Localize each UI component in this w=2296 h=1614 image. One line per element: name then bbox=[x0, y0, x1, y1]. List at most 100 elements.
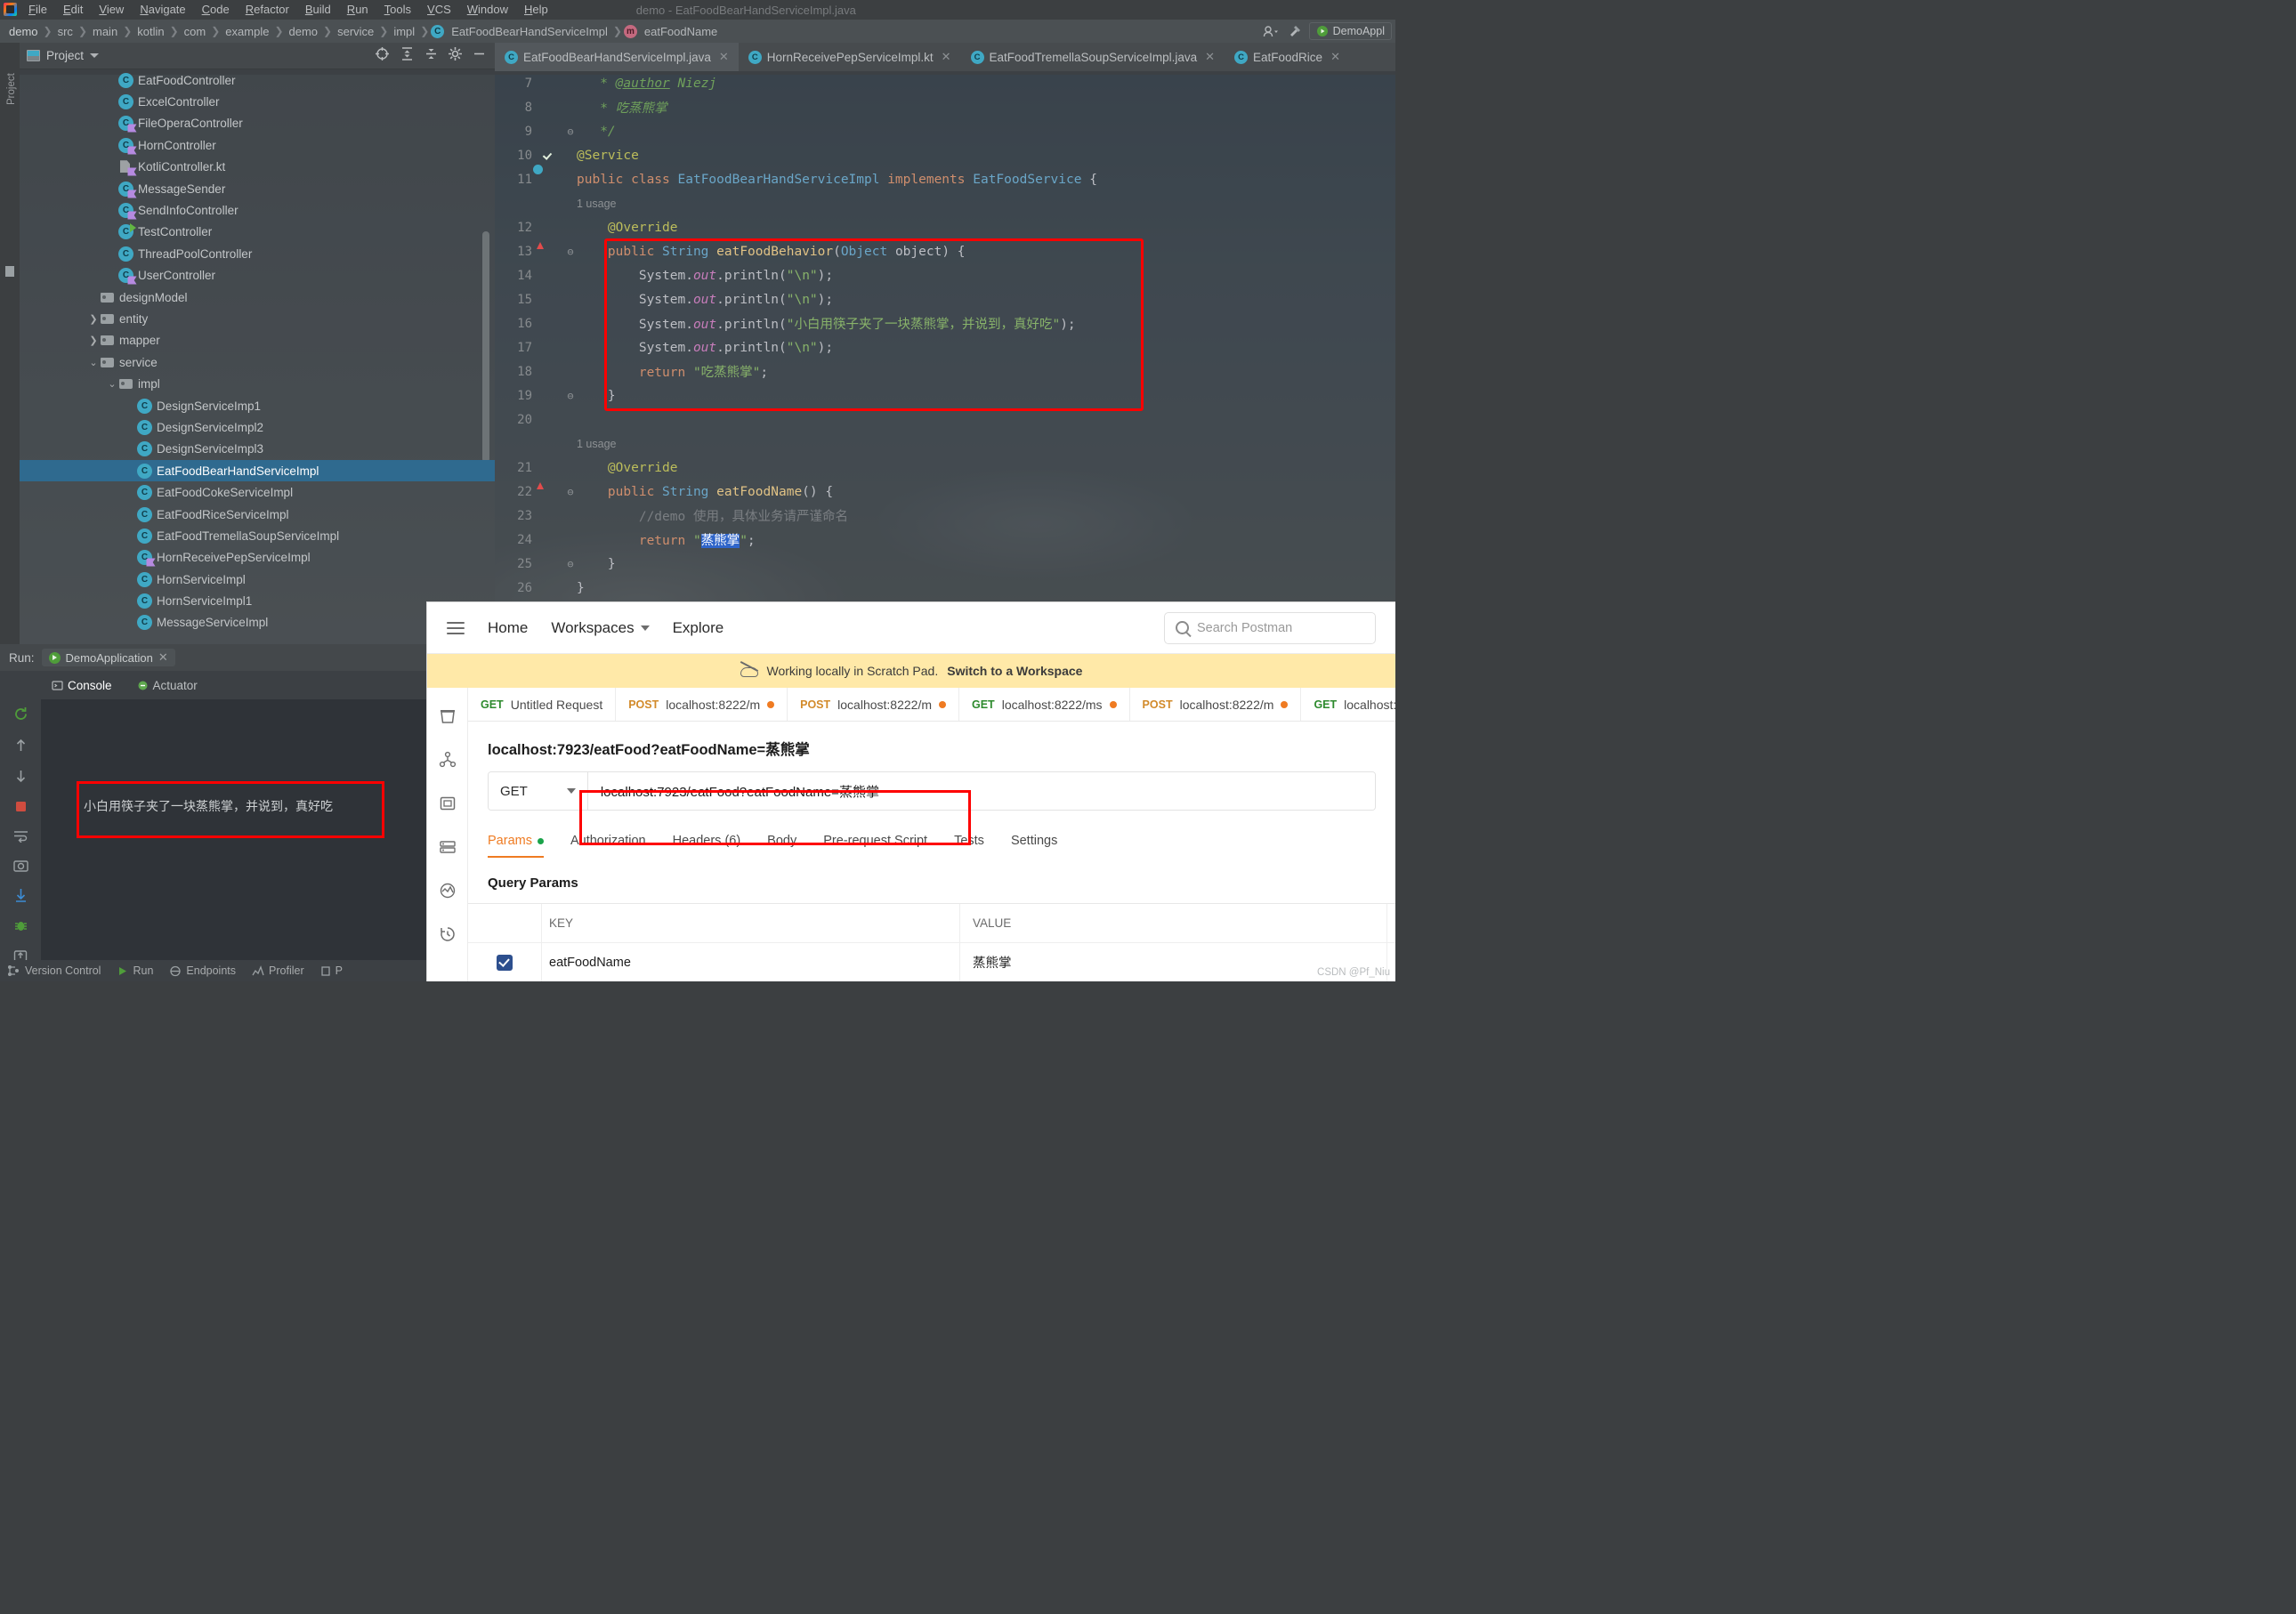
postman-nav-workspaces[interactable]: Workspaces bbox=[551, 619, 650, 637]
tree-item-eatfoodriceserviceimpl[interactable]: EatFoodRiceServiceImpl bbox=[20, 504, 495, 525]
row-checkbox[interactable] bbox=[468, 943, 541, 981]
code-line[interactable]: 25 ⊖ } bbox=[495, 552, 1395, 576]
postman-request-tabs[interactable]: GET Untitled Request POST localhost:8222/m P… bbox=[468, 688, 1395, 722]
tree-twisty-icon[interactable]: ❯ bbox=[87, 313, 100, 325]
postman-tab-localhost-8222-ms[interactable]: GET localhost:8222/ms bbox=[959, 688, 1130, 721]
usage-hint[interactable]: 1 usage bbox=[577, 198, 616, 210]
code-line[interactable]: 13 ⊖ public String eatFoodBehavior(Object… bbox=[495, 239, 1395, 263]
tree-item-mapper[interactable]: ❯ mapper bbox=[20, 330, 495, 351]
postman-tab-untitled-request[interactable]: GET Untitled Request bbox=[468, 688, 617, 721]
soft-wrap-icon[interactable] bbox=[13, 829, 28, 847]
code-line[interactable]: 21 @Override bbox=[495, 456, 1395, 480]
tree-item-messageserviceimpl[interactable]: MessageServiceImpl bbox=[20, 612, 495, 633]
code-line[interactable]: 17 System.out.println("\n"); bbox=[495, 335, 1395, 359]
screenshot-icon[interactable] bbox=[12, 859, 28, 876]
expand-all-icon[interactable] bbox=[400, 46, 414, 66]
run-tab-actuator[interactable]: Actuator bbox=[126, 675, 208, 696]
menu-item-file[interactable]: File bbox=[20, 0, 55, 20]
bug-icon[interactable] bbox=[13, 919, 28, 937]
http-method-selector[interactable]: GET bbox=[489, 772, 588, 810]
code-line[interactable]: 10 @Service bbox=[495, 143, 1395, 167]
run-config-tag[interactable]: DemoApplication ✕ bbox=[41, 649, 175, 666]
hide-panel-icon[interactable] bbox=[473, 47, 486, 65]
tree-item-entity[interactable]: ❯ entity bbox=[20, 308, 495, 329]
code-line[interactable]: 24 return "蒸熊掌"; bbox=[495, 528, 1395, 552]
tool-window-label-project[interactable]: Project bbox=[6, 52, 17, 105]
menu-item-view[interactable]: View bbox=[91, 0, 132, 20]
code-fold-icon[interactable]: ⊖ bbox=[564, 558, 577, 570]
tree-twisty-icon[interactable]: ❯ bbox=[87, 335, 100, 346]
close-icon[interactable]: ✕ bbox=[942, 50, 951, 64]
history-icon[interactable] bbox=[439, 925, 457, 948]
code-line[interactable]: 8 * 吃蒸熊掌 bbox=[495, 95, 1395, 119]
url-input[interactable]: localhost:7923/eatFood?eatFoodName=蒸熊掌 bbox=[587, 772, 1375, 810]
tree-item-hornserviceimpl[interactable]: HornServiceImpl bbox=[20, 569, 495, 590]
menu-item-run[interactable]: Run bbox=[339, 0, 376, 20]
editor-tab-bar[interactable]: EatFoodBearHandServiceImpl.java✕HornRece… bbox=[495, 43, 1395, 71]
editor-tab-hornreceivepepserviceimpl-kt[interactable]: HornReceivePepServiceImpl.kt ✕ bbox=[739, 43, 961, 71]
run-subtabs[interactable]: Console Actuator bbox=[0, 671, 495, 701]
apis-icon[interactable] bbox=[439, 751, 457, 773]
breadcrumb-item-com[interactable]: com bbox=[181, 25, 210, 38]
stop-icon[interactable] bbox=[14, 800, 28, 818]
monitors-icon[interactable] bbox=[439, 882, 457, 904]
code-line[interactable]: 7 * @author Niezj bbox=[495, 71, 1395, 95]
code-fold-icon[interactable]: ⊖ bbox=[564, 125, 577, 138]
close-icon[interactable]: ✕ bbox=[1205, 50, 1215, 64]
code-fold-icon[interactable]: ⊖ bbox=[564, 390, 577, 402]
status-endpoints[interactable]: Endpoints bbox=[169, 964, 236, 977]
tree-item-hornserviceimpl1[interactable]: HornServiceImpl1 bbox=[20, 590, 495, 611]
rerun-icon[interactable] bbox=[13, 706, 28, 726]
close-icon[interactable]: ✕ bbox=[1330, 50, 1340, 64]
tree-item-eatfoodbearhandserviceimpl[interactable]: EatFoodBearHandServiceImpl bbox=[20, 460, 495, 482]
search-input[interactable]: Search Postman bbox=[1164, 611, 1376, 644]
row-key[interactable]: eatFoodName bbox=[541, 943, 959, 981]
tree-item-eatfoodcokeserviceimpl[interactable]: EatFoodCokeServiceImpl bbox=[20, 481, 495, 503]
tree-item-eatfoodcontroller[interactable]: EatFoodController bbox=[20, 69, 495, 91]
environments-icon[interactable] bbox=[439, 795, 457, 817]
postman-tab-localhost-8222-m[interactable]: POST localhost:8222/m bbox=[1130, 688, 1302, 721]
menu-item-vcs[interactable]: VCS bbox=[419, 0, 459, 20]
tree-twisty-icon[interactable]: ⌄ bbox=[106, 378, 118, 390]
mock-servers-icon[interactable] bbox=[439, 838, 457, 860]
switch-workspace-link[interactable]: Switch to a Workspace bbox=[947, 664, 1082, 678]
code-line[interactable]: 20 bbox=[495, 408, 1395, 432]
request-tab-headers--6-[interactable]: Headers (6) bbox=[673, 834, 741, 858]
status-version-control[interactable]: Version Control bbox=[7, 964, 101, 977]
breadcrumb-item-kotlin[interactable]: kotlin bbox=[133, 25, 167, 38]
postman-nav-explore[interactable]: Explore bbox=[673, 619, 724, 637]
code-line[interactable]: 12 @Override bbox=[495, 215, 1395, 239]
postman-tab-localhost-8222-m[interactable]: POST localhost:8222/m bbox=[788, 688, 959, 721]
tree-item-eatfoodtremellasoupserviceimpl[interactable]: EatFoodTremellaSoupServiceImpl bbox=[20, 525, 495, 546]
menu-item-window[interactable]: Window bbox=[459, 0, 516, 20]
tree-item-designserviceimpl3[interactable]: DesignServiceImpl3 bbox=[20, 439, 495, 460]
editor-tab-eatfoodtremellasoupserviceimpl-java[interactable]: EatFoodTremellaSoupServiceImpl.java ✕ bbox=[961, 43, 1225, 71]
code-line[interactable]: 11 public class EatFoodBearHandServiceImp… bbox=[495, 167, 1395, 191]
code-line[interactable]: 16 System.out.println("小白用筷子夹了一块蒸熊掌，并说到，… bbox=[495, 311, 1395, 335]
usage-hint[interactable]: 1 usage bbox=[577, 438, 616, 450]
scroll-to-end-icon[interactable] bbox=[14, 888, 28, 908]
request-tab-settings[interactable]: Settings bbox=[1011, 834, 1057, 858]
request-tab-body[interactable]: Body bbox=[767, 834, 796, 858]
menu-item-tools[interactable]: Tools bbox=[376, 0, 419, 20]
project-panel-title[interactable]: Project bbox=[20, 49, 100, 62]
postman-tab-localhost-792[interactable]: GET localhost:792 bbox=[1301, 688, 1395, 721]
tree-item-sendinfocontroller[interactable]: SendInfoController bbox=[20, 199, 495, 221]
tree-item-designserviceimp1[interactable]: DesignServiceImp1 bbox=[20, 395, 495, 416]
run-configuration-selector[interactable]: DemoAppl bbox=[1308, 22, 1392, 40]
editor-tab-eatfoodbearhandserviceimpl-java[interactable]: EatFoodBearHandServiceImpl.java ✕ bbox=[495, 43, 739, 71]
tree-item-service[interactable]: ⌄ service bbox=[20, 351, 495, 373]
breadcrumb-item-src[interactable]: src bbox=[54, 25, 77, 38]
menu-item-build[interactable]: Build bbox=[297, 0, 339, 20]
code-line[interactable]: 1 usage bbox=[495, 191, 1395, 215]
postman-tab-localhost-8222-m[interactable]: POST localhost:8222/m bbox=[616, 688, 788, 721]
tree-item-impl[interactable]: ⌄ impl bbox=[20, 373, 495, 394]
status-profiler[interactable]: Profiler bbox=[252, 964, 304, 977]
status-run[interactable]: Run bbox=[117, 964, 153, 977]
build-hammer-icon[interactable] bbox=[1284, 21, 1307, 41]
status-p[interactable]: P bbox=[320, 964, 343, 977]
code-fold-icon[interactable]: ⊖ bbox=[564, 246, 577, 258]
code-line[interactable]: 22 ⊖ public String eatFoodName() { bbox=[495, 480, 1395, 504]
request-tab-tests[interactable]: Tests bbox=[954, 834, 984, 858]
code-line[interactable]: 14 System.out.println("\n"); bbox=[495, 263, 1395, 287]
